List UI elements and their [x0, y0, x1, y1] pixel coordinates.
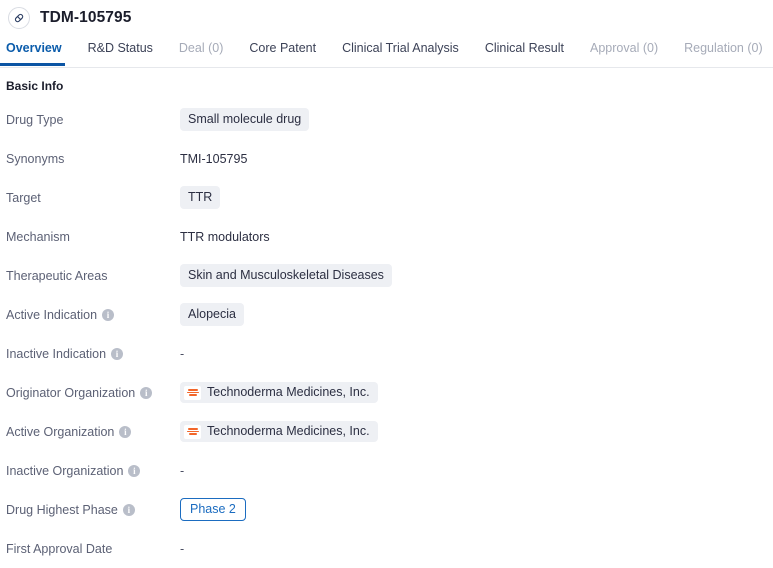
- field-label-text: Target: [6, 190, 41, 205]
- field-label: Synonyms: [0, 152, 180, 166]
- field-value: Skin and Musculoskeletal Diseases: [180, 264, 773, 287]
- field-row-originator-organization: Originator Organization i Technoderma Me…: [0, 373, 773, 412]
- info-icon[interactable]: i: [122, 503, 135, 516]
- value-chip[interactable]: Skin and Musculoskeletal Diseases: [180, 264, 392, 287]
- info-icon[interactable]: i: [111, 347, 124, 360]
- field-value: -: [180, 464, 773, 478]
- field-label: Therapeutic Areas: [0, 269, 180, 283]
- field-row-target: Target TTR: [0, 178, 773, 217]
- value-chip[interactable]: TTR: [180, 186, 221, 209]
- field-value: TMI-105795: [180, 152, 773, 166]
- field-value: -: [180, 347, 773, 361]
- field-label: Active Indication i: [0, 308, 180, 322]
- field-row-active-indication: Active Indication i Alopecia: [0, 295, 773, 334]
- value-text: TTR modulators: [180, 229, 270, 244]
- field-value: Technoderma Medicines, Inc.: [180, 421, 773, 442]
- field-label-text: Inactive Organization: [6, 463, 124, 478]
- field-row-drug-highest-phase: Drug Highest Phase i Phase 2: [0, 490, 773, 529]
- organization-chip[interactable]: Technoderma Medicines, Inc.: [180, 382, 378, 403]
- tab-clinical-trial-analysis[interactable]: Clinical Trial Analysis: [342, 36, 459, 65]
- field-label-text: Active Indication: [6, 307, 98, 322]
- pill-capsule-icon: [8, 7, 30, 29]
- field-label-text: Synonyms: [6, 151, 65, 166]
- field-label-text: Therapeutic Areas: [6, 268, 108, 283]
- value-empty: -: [180, 346, 185, 361]
- field-value: Phase 2: [180, 498, 773, 521]
- basic-info-rows: Drug Type Small molecule drug Synonyms T…: [0, 94, 773, 568]
- section-title-basic-info: Basic Info: [6, 79, 64, 93]
- field-label: Inactive Organization i: [0, 464, 180, 478]
- tab-regulation[interactable]: Regulation (0): [684, 36, 763, 65]
- field-value: -: [180, 542, 773, 556]
- field-label: Drug Type: [0, 113, 180, 127]
- field-row-synonyms: Synonyms TMI-105795: [0, 139, 773, 178]
- field-value: TTR modulators: [180, 230, 773, 244]
- field-label: First Approval Date: [0, 542, 180, 556]
- field-row-mechanism: Mechanism TTR modulators: [0, 217, 773, 256]
- tab-clinical-result[interactable]: Clinical Result: [485, 36, 564, 65]
- field-label-text: First Approval Date: [6, 541, 113, 556]
- page-header: TDM-105795: [0, 0, 773, 36]
- field-value: Alopecia: [180, 303, 773, 326]
- tab-approval[interactable]: Approval (0): [590, 36, 658, 65]
- field-label: Target: [0, 191, 180, 205]
- info-icon[interactable]: i: [102, 308, 115, 321]
- field-label-text: Drug Type: [6, 112, 64, 127]
- field-label: Inactive Indication i: [0, 347, 180, 361]
- page-title: TDM-105795: [40, 9, 132, 26]
- company-logo-icon: [184, 385, 201, 400]
- info-icon[interactable]: i: [140, 386, 153, 399]
- info-icon[interactable]: i: [119, 425, 132, 438]
- value-empty: -: [180, 541, 185, 556]
- organization-name: Technoderma Medicines, Inc.: [207, 424, 370, 438]
- info-icon[interactable]: i: [128, 464, 141, 477]
- organization-name: Technoderma Medicines, Inc.: [207, 385, 370, 399]
- tab-deal[interactable]: Deal (0): [179, 36, 223, 65]
- value-text: TMI-105795: [180, 151, 248, 166]
- value-chip[interactable]: Small molecule drug: [180, 108, 310, 131]
- field-value: TTR: [180, 186, 773, 209]
- field-label-text: Drug Highest Phase: [6, 502, 118, 517]
- tab-bar: Overview R&D Status Deal (0) Core Patent…: [0, 36, 773, 68]
- value-chip[interactable]: Alopecia: [180, 303, 244, 326]
- field-label: Drug Highest Phase i: [0, 503, 180, 517]
- field-label: Mechanism: [0, 230, 180, 244]
- field-label-text: Active Organization: [6, 424, 115, 439]
- field-row-active-organization: Active Organization i Technoderma Medici…: [0, 412, 773, 451]
- field-label-text: Inactive Indication: [6, 346, 107, 361]
- field-label-text: Originator Organization: [6, 385, 136, 400]
- field-row-inactive-indication: Inactive Indication i -: [0, 334, 773, 373]
- field-label: Active Organization i: [0, 425, 180, 439]
- tab-core-patent[interactable]: Core Patent: [249, 36, 316, 65]
- field-value: Technoderma Medicines, Inc.: [180, 382, 773, 403]
- field-row-inactive-organization: Inactive Organization i -: [0, 451, 773, 490]
- tab-rd-status[interactable]: R&D Status: [88, 36, 153, 65]
- field-label: Originator Organization i: [0, 386, 180, 400]
- company-logo-icon: [184, 424, 201, 439]
- field-row-first-approval-date: First Approval Date -: [0, 529, 773, 568]
- field-value: Small molecule drug: [180, 108, 773, 131]
- tab-overview[interactable]: Overview: [0, 36, 65, 66]
- organization-chip[interactable]: Technoderma Medicines, Inc.: [180, 421, 378, 442]
- field-row-therapeutic-areas: Therapeutic Areas Skin and Musculoskelet…: [0, 256, 773, 295]
- field-row-drug-type: Drug Type Small molecule drug: [0, 100, 773, 139]
- value-empty: -: [180, 463, 185, 478]
- field-label-text: Mechanism: [6, 229, 70, 244]
- phase-badge[interactable]: Phase 2: [180, 498, 246, 521]
